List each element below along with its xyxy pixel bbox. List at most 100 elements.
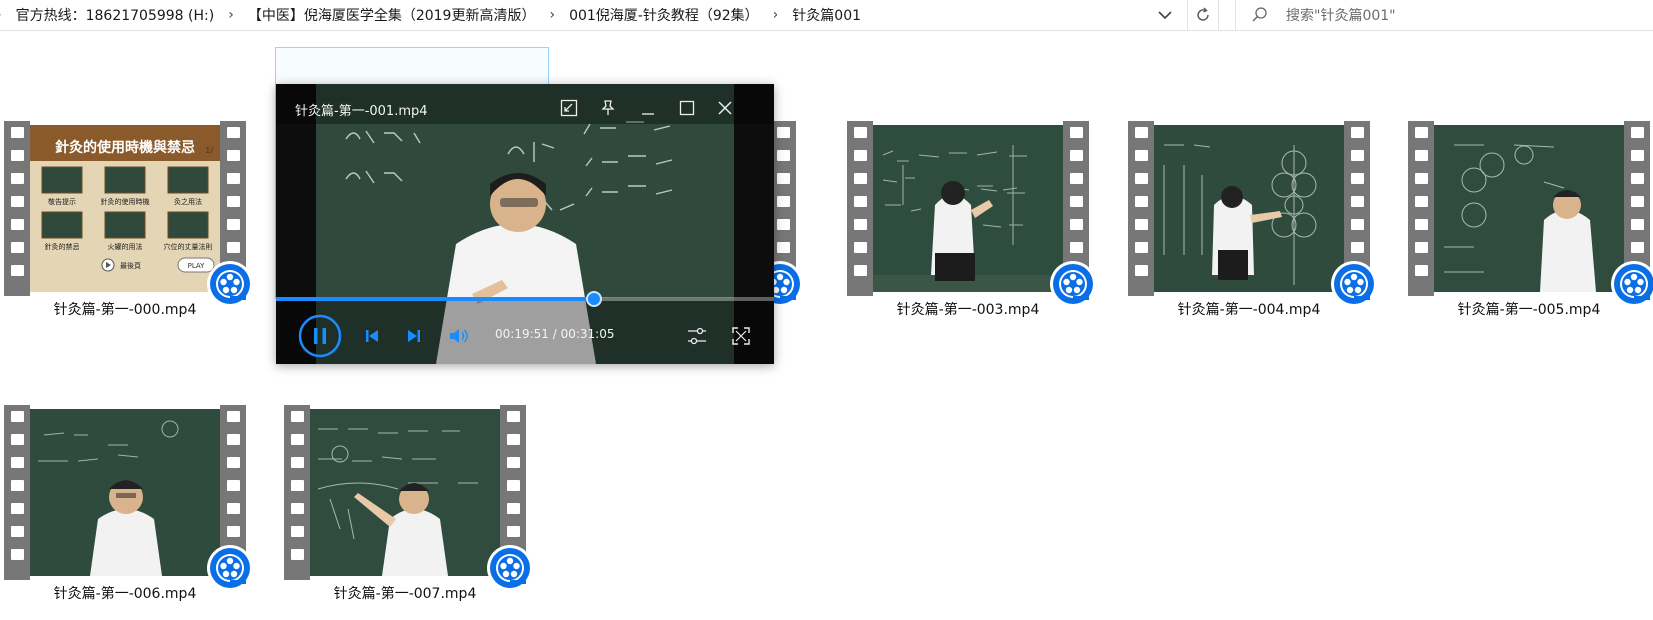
breadcrumb-drive[interactable]: 官方热线：18621705998 (H:) — [16, 5, 215, 25]
film-hole — [1070, 219, 1083, 230]
file-item[interactable]: 针灸篇-第一-004.mp4 — [1124, 121, 1377, 318]
film-hole — [11, 242, 24, 253]
history-dropdown-button[interactable] — [1150, 0, 1180, 30]
file-name[interactable]: 针灸篇-第一-005.mp4 — [1384, 299, 1653, 319]
volume-button[interactable] — [446, 316, 472, 356]
video-frame — [30, 409, 220, 576]
skip-previous-icon — [366, 330, 378, 342]
film-hole — [507, 457, 520, 468]
film-hole — [11, 434, 24, 445]
video-frame: 針灸的使用時機與禁忌 1/ 敬告提示 針灸的使用時機 灸之用法 針灸的禁忌 火罐… — [30, 125, 220, 292]
film-hole — [1351, 173, 1364, 184]
film-hole — [1415, 265, 1428, 276]
film-hole — [11, 127, 24, 138]
film-hole — [777, 219, 790, 230]
film-hole — [1135, 127, 1148, 138]
video-frame — [873, 125, 1063, 292]
total-time: 00:31:05 — [560, 327, 615, 341]
file-item[interactable]: 針灸的使用時機與禁忌 1/ 敬告提示 針灸的使用時機 灸之用法 針灸的禁忌 火罐… — [0, 121, 253, 318]
thumb-menu-item: 敬告提示 — [48, 197, 76, 206]
progress-handle[interactable] — [585, 291, 602, 307]
film-hole — [227, 196, 240, 207]
film-hole — [1351, 127, 1364, 138]
search-box[interactable]: 搜索"针灸篇001" — [1235, 0, 1653, 30]
film-hole — [854, 150, 867, 161]
film-hole — [777, 242, 790, 253]
video-frame — [1154, 125, 1344, 292]
film-hole — [1135, 265, 1148, 276]
restore-window-icon — [560, 99, 578, 117]
film-hole — [227, 526, 240, 537]
film-strip — [1128, 121, 1154, 296]
film-hole — [291, 503, 304, 514]
file-name[interactable]: 针灸篇-第一-000.mp4 — [0, 299, 270, 319]
film-hole — [291, 434, 304, 445]
pin-button[interactable] — [594, 94, 622, 122]
mini-mode-button[interactable] — [555, 94, 583, 122]
volume-icon — [450, 329, 468, 343]
film-hole — [507, 503, 520, 514]
fullscreen-button[interactable] — [728, 316, 754, 356]
film-hole — [1070, 196, 1083, 207]
film-hole — [11, 503, 24, 514]
film-hole — [227, 127, 240, 138]
address-bar: › 官方热线：18621705998 (H:) › 【中医】倪海厦医学全集（20… — [0, 0, 1653, 31]
film-hole — [11, 526, 24, 537]
search-placeholder[interactable]: 搜索"针灸篇001" — [1286, 5, 1396, 25]
file-item[interactable]: 针灸篇-第一-006.mp4 — [0, 405, 253, 602]
time-display: 00:19:51 / 00:31:05 — [495, 327, 615, 341]
film-strip — [4, 405, 30, 580]
film-hole — [291, 457, 304, 468]
video-frame — [1434, 125, 1624, 292]
chevron-right-icon[interactable]: › — [228, 7, 234, 23]
close-icon — [718, 101, 732, 115]
chevron-right-icon[interactable]: › — [549, 7, 555, 23]
film-hole — [11, 457, 24, 468]
film-strip — [1408, 121, 1434, 296]
breadcrumb-current-folder[interactable]: 针灸篇001 — [792, 5, 861, 25]
progress-bar[interactable] — [276, 291, 774, 307]
video-player-window[interactable]: 针灸篇-第一-001.mp4 00:19:51 / 00:31:05 — [276, 84, 774, 364]
video-frame — [310, 409, 500, 576]
chevron-right-icon[interactable]: › — [0, 7, 2, 23]
film-hole — [291, 549, 304, 560]
pause-button[interactable] — [298, 314, 342, 358]
film-hole — [227, 219, 240, 230]
film-hole — [854, 127, 867, 138]
film-hole — [11, 173, 24, 184]
previous-button[interactable] — [359, 316, 385, 356]
breadcrumb-course[interactable]: 001倪海厦-针灸教程（92集） — [569, 5, 759, 25]
film-hole — [11, 265, 24, 276]
refresh-button[interactable] — [1187, 0, 1219, 30]
film-hole — [854, 242, 867, 253]
thumb-menu-page: 1/ — [205, 146, 213, 155]
file-name[interactable]: 针灸篇-第一-006.mp4 — [0, 583, 270, 603]
film-strip — [4, 121, 30, 296]
film-hole — [1415, 219, 1428, 230]
settings-button[interactable] — [684, 316, 710, 356]
chevron-right-icon[interactable]: › — [773, 7, 779, 23]
minimize-button[interactable] — [634, 94, 662, 122]
file-name[interactable]: 针灸篇-第一-004.mp4 — [1104, 299, 1394, 319]
thumb-menu-item: 火罐的用法 — [108, 242, 143, 251]
film-hole — [1070, 173, 1083, 184]
next-button[interactable] — [401, 316, 427, 356]
maximize-button[interactable] — [673, 94, 701, 122]
breadcrumb-collection[interactable]: 【中医】倪海厦医学全集（2019更新高清版） — [248, 5, 536, 25]
film-hole — [854, 265, 867, 276]
film-strip — [284, 405, 310, 580]
film-hole — [1631, 219, 1644, 230]
file-name[interactable]: 针灸篇-第一-007.mp4 — [260, 583, 550, 603]
thumb-menu-item: 針灸的使用時機 — [101, 197, 150, 206]
pause-icon — [298, 314, 342, 358]
maximize-icon — [679, 100, 695, 116]
file-name[interactable]: 针灸篇-第一-003.mp4 — [823, 299, 1113, 319]
thumb-menu-bottom-label: 最後頁 — [120, 261, 141, 270]
film-hole — [507, 411, 520, 422]
file-item[interactable]: 针灸篇-第一-003.mp4 — [843, 121, 1096, 318]
file-item[interactable]: 针灸篇-第一-007.mp4 — [280, 405, 533, 602]
file-item[interactable]: 针灸篇-第一-005.mp4 — [1404, 121, 1653, 318]
close-button[interactable] — [711, 94, 739, 122]
minimize-icon — [642, 113, 654, 115]
film-hole — [1631, 242, 1644, 253]
